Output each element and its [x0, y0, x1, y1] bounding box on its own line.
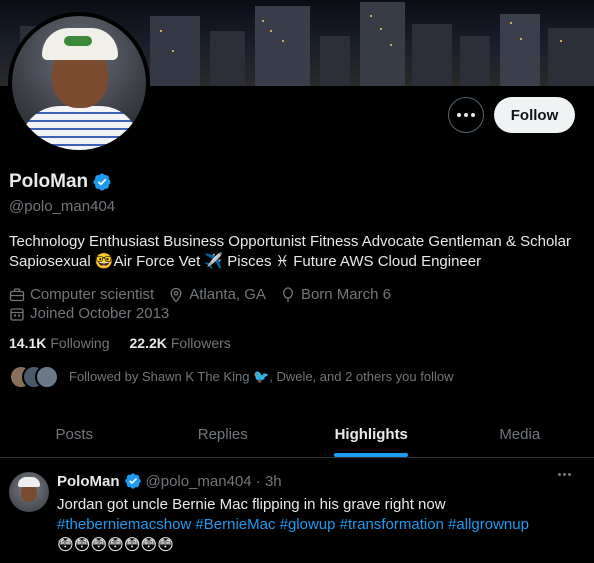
tweet-more-icon[interactable] [558, 473, 571, 476]
tab-label: Posts [55, 426, 93, 443]
briefcase-icon [9, 287, 25, 301]
name-row: PoloMan [9, 171, 112, 193]
followers-count: 22.2K [129, 335, 167, 351]
tweet-emojis: 😳😳😳😳😳😳😳 [57, 537, 174, 554]
tab-label: Highlights [334, 426, 408, 443]
joined-item: Joined October 2013 [9, 304, 169, 323]
location-pin-icon [170, 287, 182, 302]
balloon-icon [282, 286, 293, 302]
occupation-text: Computer scientist [30, 286, 155, 303]
tab-label: Media [499, 426, 541, 443]
more-options-button[interactable] [448, 97, 484, 133]
tweet[interactable]: PoloMan @polo_man404 · 3h Jordan got unc… [0, 459, 594, 563]
profile-handle: @polo_man404 [9, 198, 116, 215]
following-count: 14.1K [9, 335, 47, 351]
profile-meta: Computer scientist Atlanta, GA Born Marc… [9, 285, 579, 323]
verified-badge-icon[interactable] [92, 172, 112, 192]
follower-avatars [9, 365, 59, 389]
profile-avatar[interactable] [8, 12, 150, 154]
following-label: Following [50, 335, 110, 351]
profile-tabs: Posts Replies Highlights Media [0, 412, 594, 458]
tab-media[interactable]: Media [446, 412, 594, 457]
followers-label: Followers [170, 335, 231, 351]
followed-by-row[interactable]: Followed by Shawn K The King 🐦, Dwele, a… [9, 365, 453, 389]
display-name: PoloMan [9, 171, 89, 192]
profile-bio: Technology Enthusiast Business Opportuni… [9, 233, 571, 270]
followed-by-text: Followed by Shawn K The King 🐦, Dwele, a… [69, 369, 454, 384]
followers-link[interactable]: 22.2K Followers [130, 335, 231, 351]
follow-button[interactable]: Follow [494, 97, 575, 133]
tab-label: Replies [197, 426, 248, 443]
calendar-icon [10, 307, 24, 321]
location-item: Atlanta, GA [168, 285, 266, 304]
location-text: Atlanta, GA [189, 286, 266, 303]
verified-badge-icon [124, 473, 141, 489]
follow-stats: 14.1K Following 22.2K Followers [9, 335, 231, 351]
tweet-avatar[interactable] [9, 472, 49, 512]
tab-replies[interactable]: Replies [149, 412, 298, 457]
tweet-text: Jordan got uncle Bernie Mac flipping in … [57, 496, 446, 513]
occupation-item: Computer scientist [9, 285, 154, 304]
active-tab-indicator [334, 453, 409, 457]
birthday-item: Born March 6 [280, 285, 391, 304]
tweet-handle-time[interactable]: @polo_man404 · 3h [146, 473, 282, 490]
tab-posts[interactable]: Posts [0, 412, 149, 457]
tab-highlights[interactable]: Highlights [297, 412, 446, 457]
birthday-text: Born March 6 [300, 286, 391, 303]
tweet-hashtags[interactable]: #theberniemacshow #BernieMac #glowup #tr… [57, 515, 582, 535]
more-icon [457, 113, 475, 117]
tweet-author-name[interactable]: PoloMan [57, 473, 120, 490]
avatar-image [12, 16, 146, 150]
follower-avatar [35, 365, 59, 389]
joined-text: Joined October 2013 [30, 305, 170, 322]
following-link[interactable]: 14.1K Following [9, 335, 110, 351]
tweet-header: PoloMan @polo_man404 · 3h [57, 472, 282, 490]
